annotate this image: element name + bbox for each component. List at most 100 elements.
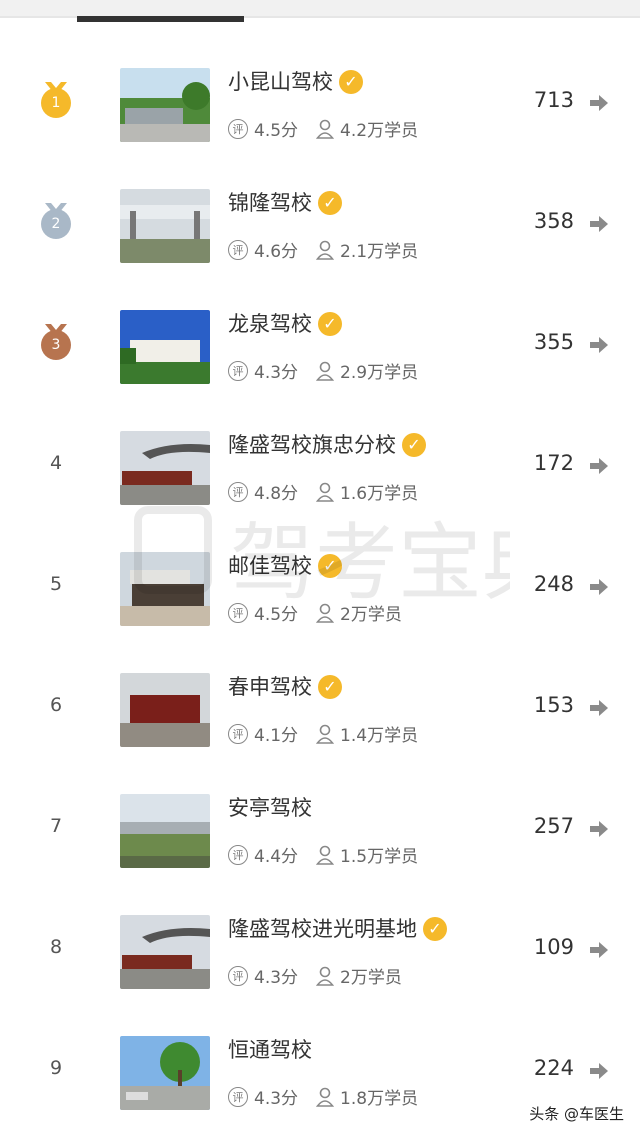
student-count: 1.6万学员 xyxy=(340,484,419,504)
top-bar xyxy=(0,0,640,16)
school-name: 恒通驾校 xyxy=(228,1034,312,1064)
school-name-text: 恒通驾校 xyxy=(228,1038,312,1062)
person-icon xyxy=(316,240,335,260)
school-row[interactable]: 1 小昆山驾校 ✓ 评 4.5分 4.2万学员 713 xyxy=(0,44,640,165)
school-name-text: 小昆山驾校 xyxy=(228,70,333,94)
rank-number: 7 xyxy=(49,815,63,837)
school-photo xyxy=(120,794,210,868)
rank-badge: 5 xyxy=(36,564,76,604)
student-count: 2万学员 xyxy=(340,605,402,625)
person-icon xyxy=(316,603,335,623)
rank-number: 8 xyxy=(49,936,63,958)
school-row[interactable]: 8 隆盛驾校进光明基地 ✓ 评 4.3分 2万学员 109 xyxy=(0,891,640,1012)
arrow-right-icon[interactable] xyxy=(588,576,610,598)
rank-badge: 9 xyxy=(36,1048,76,1088)
count-value: 109 xyxy=(533,935,574,959)
rank-badge: 4 xyxy=(36,443,76,483)
rank-badge: 1 xyxy=(36,80,76,120)
person-icon xyxy=(316,966,335,986)
arrow-right-icon[interactable] xyxy=(588,1060,610,1082)
school-name: 锦隆驾校 ✓ xyxy=(228,187,342,217)
rank-number: 4 xyxy=(49,452,63,474)
rating-icon: 评 xyxy=(228,118,248,139)
rank-badge: 3 xyxy=(36,322,76,362)
count-value: 153 xyxy=(533,693,574,717)
count-value: 257 xyxy=(533,814,574,838)
rating-icon: 评 xyxy=(228,360,248,381)
school-name: 邮佳驾校 ✓ xyxy=(228,550,342,580)
rank-number: 2 xyxy=(41,209,71,239)
school-name-text: 安亭驾校 xyxy=(228,796,312,820)
school-row[interactable]: 3 龙泉驾校 ✓ 评 4.3分 2.9万学员 355 xyxy=(0,286,640,407)
person-icon xyxy=(316,482,335,502)
person-icon xyxy=(316,119,335,139)
school-photo xyxy=(120,915,210,989)
rating-value: 4.1分 xyxy=(254,726,299,746)
rank-number: 5 xyxy=(49,573,63,595)
student-count: 4.2万学员 xyxy=(340,121,419,141)
school-row[interactable]: 6 春申驾校 ✓ 评 4.1分 1.4万学员 153 xyxy=(0,649,640,770)
rating-icon: 评 xyxy=(228,602,248,623)
school-row[interactable]: 7 安亭驾校评 4.4分 1.5万学员 257 xyxy=(0,770,640,891)
rating-icon: 评 xyxy=(228,1086,248,1107)
arrow-right-icon[interactable] xyxy=(588,213,610,235)
rank-badge: 2 xyxy=(36,201,76,241)
verified-icon: ✓ xyxy=(318,191,342,215)
rating-value: 4.3分 xyxy=(254,1089,299,1109)
student-count: 2.9万学员 xyxy=(340,363,419,383)
school-photo xyxy=(120,189,210,263)
arrow-right-icon[interactable] xyxy=(588,334,610,356)
medal-icon: 3 xyxy=(41,324,71,360)
school-name-text: 龙泉驾校 xyxy=(228,312,312,336)
rank-badge: 8 xyxy=(36,927,76,967)
rank-badge: 6 xyxy=(36,685,76,725)
school-name-text: 春申驾校 xyxy=(228,675,312,699)
school-photo xyxy=(120,1036,210,1110)
person-icon xyxy=(316,845,335,865)
school-meta: 评 4.4分 1.5万学员 xyxy=(228,842,418,867)
medal-icon: 2 xyxy=(41,203,71,239)
school-meta: 评 4.5分 2万学员 xyxy=(228,600,402,625)
student-count: 1.4万学员 xyxy=(340,726,419,746)
rating-icon: 评 xyxy=(228,239,248,260)
driving-school-list: 1 小昆山驾校 ✓ 评 4.5分 4.2万学员 713 2 锦隆驾校 ✓ 评 4.6分 2.1万学员 35… xyxy=(0,44,640,1133)
count-value: 224 xyxy=(533,1056,574,1080)
arrow-right-icon[interactable] xyxy=(588,92,610,114)
school-meta: 评 4.3分 1.8万学员 xyxy=(228,1084,418,1109)
school-row[interactable]: 2 锦隆驾校 ✓ 评 4.6分 2.1万学员 358 xyxy=(0,165,640,286)
count-value: 358 xyxy=(533,209,574,233)
school-name-text: 隆盛驾校旗忠分校 xyxy=(228,433,396,457)
school-name: 安亭驾校 xyxy=(228,792,312,822)
student-count: 1.5万学员 xyxy=(340,847,419,867)
count-value: 248 xyxy=(533,572,574,596)
verified-icon: ✓ xyxy=(423,917,447,941)
school-name-text: 锦隆驾校 xyxy=(228,191,312,215)
verified-icon: ✓ xyxy=(318,554,342,578)
school-row[interactable]: 5 邮佳驾校 ✓ 评 4.5分 2万学员 248 xyxy=(0,528,640,649)
school-meta: 评 4.3分 2万学员 xyxy=(228,963,402,988)
arrow-right-icon[interactable] xyxy=(588,818,610,840)
rating-value: 4.6分 xyxy=(254,242,299,262)
school-name-text: 隆盛驾校进光明基地 xyxy=(228,917,417,941)
rating-icon: 评 xyxy=(228,844,248,865)
school-name: 春申驾校 ✓ xyxy=(228,671,342,701)
rank-number: 1 xyxy=(41,88,71,118)
school-photo xyxy=(120,68,210,142)
arrow-right-icon[interactable] xyxy=(588,455,610,477)
medal-icon: 1 xyxy=(41,82,71,118)
verified-icon: ✓ xyxy=(339,70,363,94)
arrow-right-icon[interactable] xyxy=(588,697,610,719)
verified-icon: ✓ xyxy=(318,675,342,699)
person-icon xyxy=(316,1087,335,1107)
count-value: 355 xyxy=(533,330,574,354)
school-row[interactable]: 4 隆盛驾校旗忠分校 ✓ 评 4.8分 1.6万学员 172 xyxy=(0,407,640,528)
rank-number: 9 xyxy=(49,1057,63,1079)
school-meta: 评 4.8分 1.6万学员 xyxy=(228,479,418,504)
school-name: 隆盛驾校旗忠分校 ✓ xyxy=(228,429,426,459)
arrow-right-icon[interactable] xyxy=(588,939,610,961)
rating-icon: 评 xyxy=(228,723,248,744)
school-name: 小昆山驾校 ✓ xyxy=(228,66,363,96)
verified-icon: ✓ xyxy=(402,433,426,457)
count-value: 172 xyxy=(533,451,574,475)
rating-value: 4.8分 xyxy=(254,484,299,504)
